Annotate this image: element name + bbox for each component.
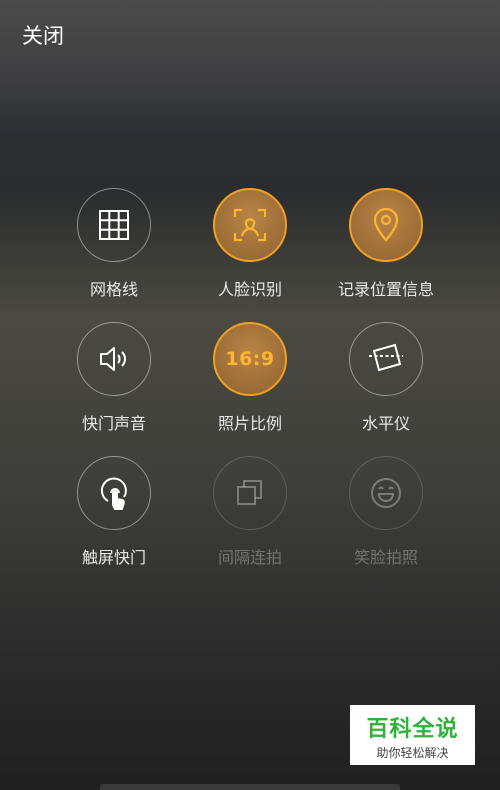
option-label: 人脸识别	[217, 280, 282, 299]
grid-icon	[98, 209, 130, 241]
aspect-ratio-icon: 16:9	[225, 348, 275, 370]
option-grid-lines[interactable]: 网格线	[46, 188, 182, 300]
option-smile-shot-toggle[interactable]	[349, 456, 423, 530]
option-label: 水平仪	[361, 414, 410, 433]
option-shutter-sound[interactable]: 快门声音	[46, 322, 182, 434]
watermark-title: 百科全说	[366, 717, 459, 742]
smile-icon	[369, 476, 403, 510]
option-shutter-sound-toggle[interactable]	[77, 322, 151, 396]
option-interval-shots[interactable]: 间隔连拍	[182, 456, 318, 568]
touch-icon	[97, 475, 131, 511]
baike-watermark: 百科全说 助你轻松解决	[350, 705, 475, 765]
speaker-icon	[98, 344, 130, 374]
option-grid-lines-toggle[interactable]	[77, 188, 151, 262]
interval-shot-icon	[234, 477, 266, 509]
option-touch-shutter-toggle[interactable]	[77, 456, 151, 530]
option-level-toggle[interactable]	[349, 322, 423, 396]
option-label: 笑脸拍照	[353, 548, 418, 567]
watermark-subtitle: 助你轻松解决	[376, 746, 449, 760]
option-level[interactable]: 水平仪	[318, 322, 454, 434]
face-detect-icon	[233, 208, 267, 242]
option-photo-ratio[interactable]: 16:9 照片比例	[182, 322, 318, 434]
option-photo-ratio-toggle[interactable]: 16:9	[213, 322, 287, 396]
option-label: 照片比例	[217, 414, 282, 433]
option-label: 快门声音	[81, 414, 146, 433]
home-indicator	[100, 784, 400, 790]
option-label: 触屏快门	[81, 548, 146, 567]
option-face-detection[interactable]: 人脸识别	[182, 188, 318, 300]
level-icon	[367, 341, 405, 377]
option-record-location[interactable]: 记录位置信息	[318, 188, 454, 300]
option-touch-shutter[interactable]: 触屏快门	[46, 456, 182, 568]
option-interval-shots-toggle[interactable]	[213, 456, 287, 530]
option-record-location-toggle[interactable]	[349, 188, 423, 262]
option-smile-shot[interactable]: 笑脸拍照	[318, 456, 454, 568]
option-face-detection-toggle[interactable]	[213, 188, 287, 262]
option-label: 间隔连拍	[217, 548, 282, 567]
option-label: 记录位置信息	[337, 280, 434, 299]
location-pin-icon	[371, 208, 401, 242]
option-label: 网格线	[89, 280, 138, 299]
close-button[interactable]: 关闭	[22, 20, 64, 50]
camera-settings-grid: 网格线 人脸识别 记录位置信息 快门声音 16:9 照片比例 水平仪 触屏快门 …	[46, 188, 454, 568]
